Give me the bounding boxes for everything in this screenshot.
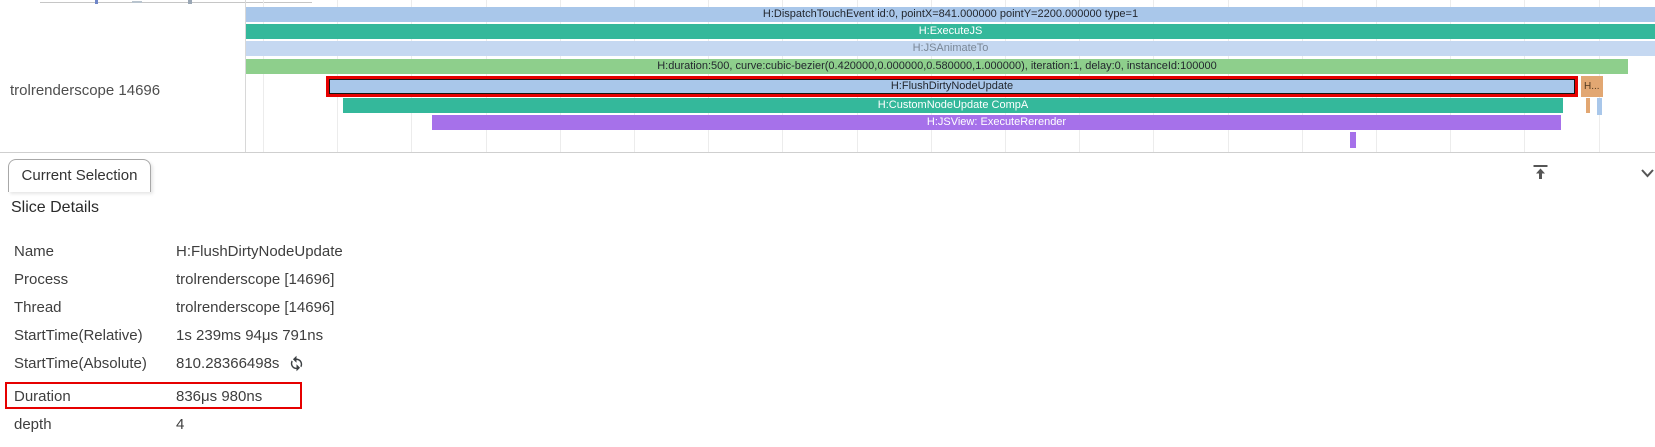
timeline-track-area: trolrenderscope 14696 H:DispatchTouchEve…	[0, 0, 1655, 153]
field-value: trolrenderscope [14696]	[176, 271, 334, 288]
track-label-divider	[245, 0, 246, 152]
field-value: 4	[176, 416, 184, 433]
slice-tiny-blue[interactable]	[1597, 98, 1602, 115]
selected-slice-outline: H:FlushDirtyNodeUpdate	[326, 76, 1578, 97]
slice-js-view-execute-rerender[interactable]: H:JSView: ExecuteRerender	[432, 115, 1561, 130]
clipped-slice-speck	[95, 0, 98, 4]
slice-tiny-purple[interactable]	[1350, 132, 1356, 148]
field-row-duration: Duration 836μs 980ns	[0, 382, 1655, 410]
field-label: StartTime(Absolute)	[0, 355, 176, 372]
clipped-slice-speck	[132, 1, 142, 3]
track-group-label[interactable]: trolrenderscope 14696	[10, 82, 160, 99]
field-row-process: Process trolrenderscope [14696]	[0, 265, 1655, 293]
chevron-down-icon[interactable]	[1640, 166, 1655, 184]
slice-tiny-orange[interactable]	[1586, 98, 1590, 113]
refresh-icon[interactable]	[288, 355, 305, 372]
field-label: Thread	[0, 299, 176, 316]
clipped-slice-speck	[188, 0, 192, 4]
slice-flush-dirty-node-update[interactable]: H:FlushDirtyNodeUpdate	[330, 80, 1574, 93]
field-label: depth	[0, 416, 176, 433]
field-label: StartTime(Relative)	[0, 327, 176, 344]
slice-js-animate-to[interactable]: H:JSAnimateTo	[246, 41, 1655, 56]
field-value: H:FlushDirtyNodeUpdate	[176, 243, 343, 260]
field-label: Duration	[0, 388, 176, 405]
slice-execute-js[interactable]: H:ExecuteJS	[246, 24, 1655, 39]
details-panel: Current Selection Slice Details Name H:F…	[0, 153, 1655, 447]
field-value: 1s 239ms 94μs 791ns	[176, 327, 323, 344]
field-label: Name	[0, 243, 176, 260]
clipped-track-edge	[40, 2, 312, 3]
slice-dispatch-touch-event[interactable]: H:DispatchTouchEvent id:0, pointX=841.00…	[246, 7, 1655, 22]
field-row-name: Name H:FlushDirtyNodeUpdate	[0, 237, 1655, 265]
field-label: Process	[0, 271, 176, 288]
field-value: trolrenderscope [14696]	[176, 299, 334, 316]
field-row-starttime-absolute: StartTime(Absolute) 810.28366498s	[0, 349, 1655, 377]
tab-current-selection[interactable]: Current Selection	[8, 159, 151, 192]
field-value: 810.28366498s	[176, 355, 279, 372]
slice-truncated[interactable]: H...	[1581, 76, 1603, 97]
collapse-panel-icon[interactable]	[1531, 163, 1550, 187]
field-row-thread: Thread trolrenderscope [14696]	[0, 293, 1655, 321]
slice-animator[interactable]: H:duration:500, curve:cubic-bezier(0.420…	[246, 59, 1628, 74]
field-row-starttime-relative: StartTime(Relative) 1s 239ms 94μs 791ns	[0, 321, 1655, 349]
field-value: 836μs 980ns	[176, 388, 262, 405]
trace-viewer: trolrenderscope 14696 H:DispatchTouchEve…	[0, 0, 1655, 447]
slice-details-table: Name H:FlushDirtyNodeUpdate Process trol…	[0, 237, 1655, 438]
slice-details-heading: Slice Details	[11, 199, 99, 217]
slice-custom-node-update[interactable]: H:CustomNodeUpdate CompA	[343, 98, 1563, 113]
field-row-depth: depth 4	[0, 410, 1655, 438]
